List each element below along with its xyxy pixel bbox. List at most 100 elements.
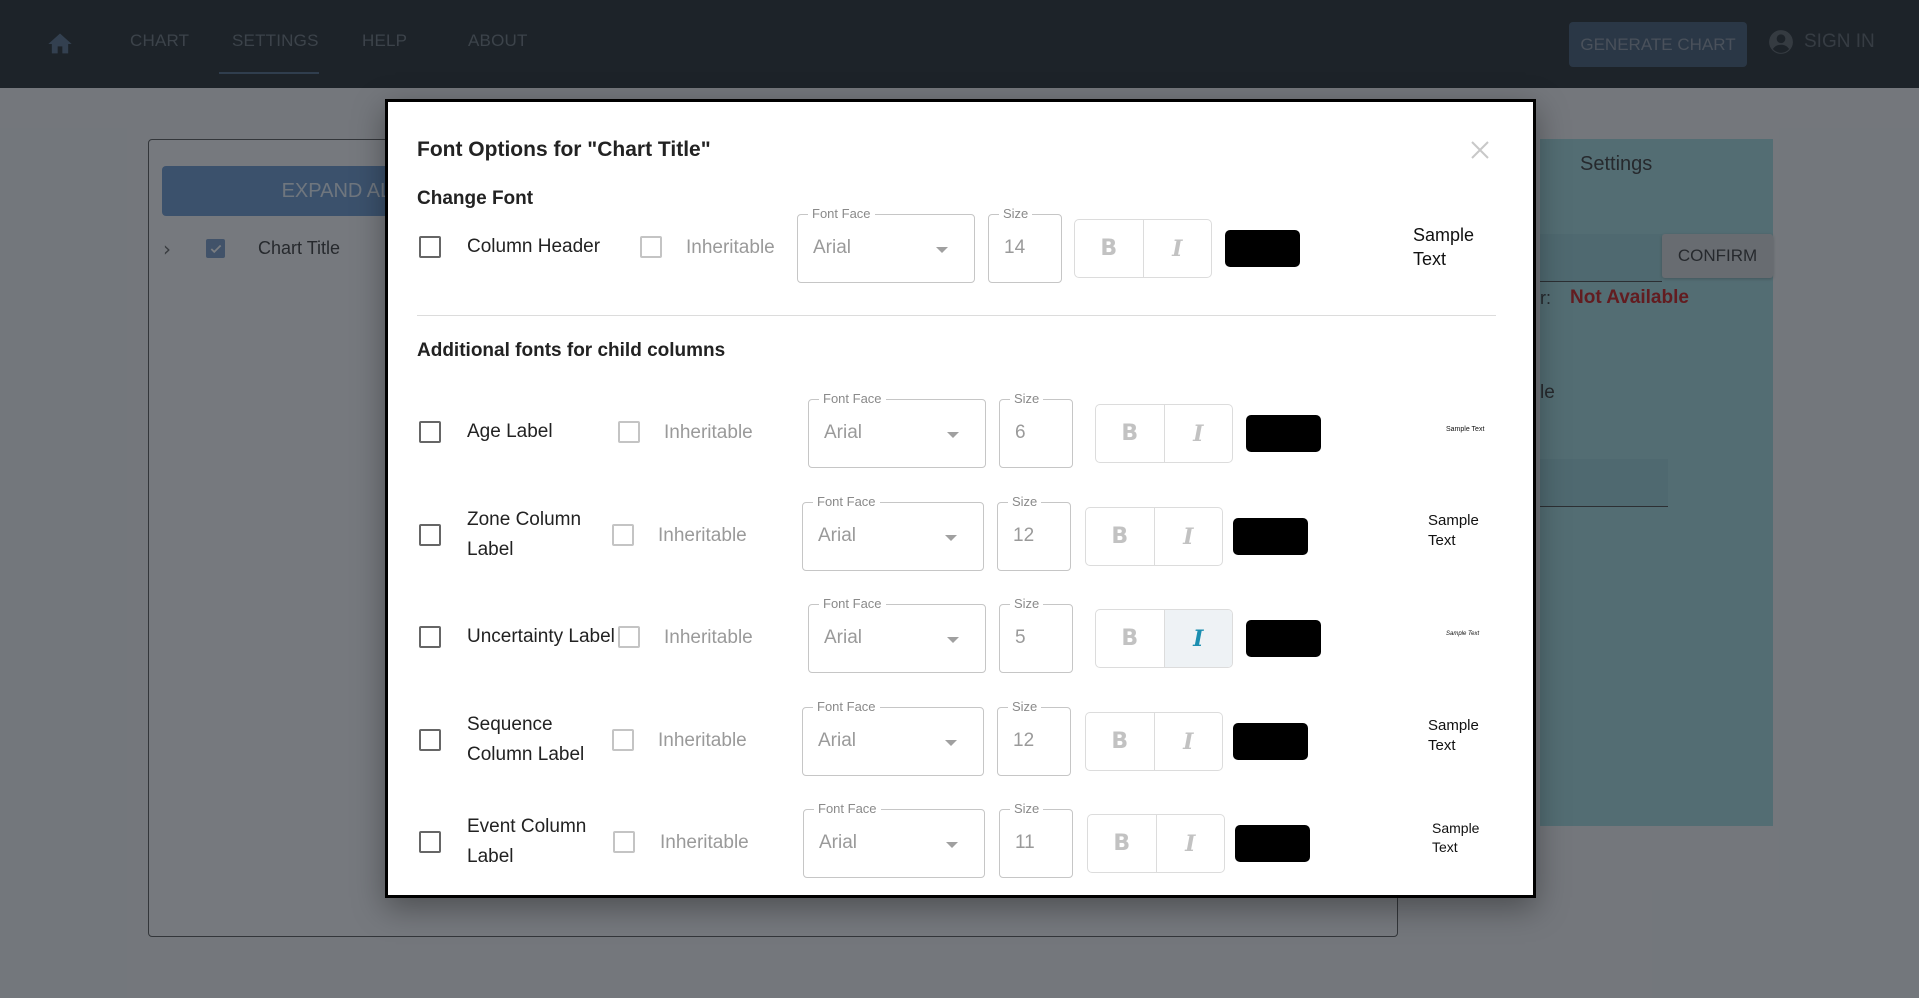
style-toggle-group: B I <box>1095 609 1233 668</box>
size-input[interactable]: Size 5 <box>999 596 1073 673</box>
font-face-legend: Font Face <box>814 801 881 817</box>
inheritable-checkbox[interactable] <box>618 421 640 443</box>
font-row: Age Label Inheritable Font Face Arial Si… <box>388 391 1533 471</box>
inheritable-label: Inheritable <box>686 237 775 258</box>
bold-icon: B <box>1113 831 1131 856</box>
bold-icon: B <box>1111 524 1129 549</box>
inheritable-checkbox[interactable] <box>618 626 640 648</box>
font-row-column-header: Column Header Inheritable Font Face Aria… <box>388 206 1533 292</box>
row-checkbox[interactable] <box>419 236 441 258</box>
size-legend: Size <box>999 206 1033 222</box>
size-legend: Size <box>1010 801 1044 817</box>
font-face-select[interactable]: Font Face Arial <box>802 494 984 571</box>
color-swatch[interactable] <box>1235 825 1310 862</box>
italic-icon: I <box>1183 728 1194 755</box>
italic-icon: I <box>1193 420 1204 447</box>
font-face-legend: Font Face <box>813 699 880 715</box>
dropdown-caret-icon <box>945 740 957 746</box>
color-swatch[interactable] <box>1225 230 1300 267</box>
italic-icon: I <box>1185 830 1196 857</box>
close-icon[interactable] <box>1468 138 1492 162</box>
font-face-select[interactable]: Font Face Arial <box>803 801 985 878</box>
bold-toggle[interactable]: B <box>1088 815 1156 872</box>
font-face-select[interactable]: Font Face Arial <box>808 391 986 468</box>
bold-toggle[interactable]: B <box>1086 508 1154 565</box>
child-fonts-heading: Additional fonts for child columns <box>417 340 726 361</box>
change-font-heading: Change Font <box>417 188 534 209</box>
section-divider <box>417 315 1496 316</box>
inheritable-checkbox[interactable] <box>612 524 634 546</box>
italic-toggle[interactable]: I <box>1155 815 1225 872</box>
font-face-value: Arial <box>819 832 858 853</box>
row-checkbox[interactable] <box>419 729 441 751</box>
size-input[interactable]: Size 12 <box>997 494 1071 571</box>
size-legend: Size <box>1008 494 1042 510</box>
inheritable-label: Inheritable <box>658 525 747 546</box>
font-face-value: Arial <box>818 730 857 751</box>
size-input[interactable]: Size 11 <box>999 801 1073 878</box>
bold-toggle[interactable]: B <box>1096 610 1164 667</box>
italic-toggle[interactable]: I <box>1163 610 1232 667</box>
italic-toggle[interactable]: I <box>1153 508 1223 565</box>
font-face-select[interactable]: Font Face Arial <box>797 206 975 283</box>
bold-toggle[interactable]: B <box>1086 713 1154 770</box>
color-swatch[interactable] <box>1246 415 1321 452</box>
color-swatch[interactable] <box>1233 723 1308 760</box>
font-face-legend: Font Face <box>813 494 880 510</box>
inheritable-checkbox[interactable] <box>640 236 662 258</box>
italic-toggle[interactable]: I <box>1142 220 1212 277</box>
font-face-value: Arial <box>824 422 863 443</box>
font-face-select[interactable]: Font Face Arial <box>808 596 986 673</box>
bold-icon: B <box>1121 626 1139 651</box>
color-swatch[interactable] <box>1233 518 1308 555</box>
color-swatch[interactable] <box>1246 620 1321 657</box>
size-value: 12 <box>1013 525 1035 546</box>
modal-title: Font Options for "Chart Title" <box>417 138 711 161</box>
inheritable-label: Inheritable <box>664 422 753 443</box>
row-checkbox[interactable] <box>419 421 441 443</box>
italic-icon: I <box>1193 625 1204 652</box>
size-value: 12 <box>1013 730 1035 751</box>
sample-text: Sample Text <box>1432 820 1480 855</box>
italic-toggle[interactable]: I <box>1153 713 1223 770</box>
font-row: Sequence Column Label Inheritable Font F… <box>388 699 1533 779</box>
italic-toggle[interactable]: I <box>1163 405 1233 462</box>
font-row: Event Column Label Inheritable Font Face… <box>388 801 1533 881</box>
style-toggle-group: B I <box>1085 507 1223 566</box>
size-legend: Size <box>1010 596 1044 612</box>
row-label: Zone Column Label <box>467 509 582 560</box>
row-checkbox[interactable] <box>419 524 441 546</box>
sample-text: Sample Text <box>1428 512 1479 550</box>
dropdown-caret-icon <box>945 535 957 541</box>
italic-icon: I <box>1183 523 1194 550</box>
bold-toggle[interactable]: B <box>1075 220 1143 277</box>
size-input[interactable]: Size 14 <box>988 206 1062 283</box>
row-checkbox[interactable] <box>419 831 441 853</box>
style-toggle-group: B I <box>1074 219 1212 278</box>
font-row: Uncertainty Label Inheritable Font Face … <box>388 596 1533 676</box>
inheritable-checkbox[interactable] <box>613 831 635 853</box>
size-legend: Size <box>1010 391 1044 407</box>
font-row: Zone Column Label Inheritable Font Face … <box>388 494 1533 574</box>
bold-icon: B <box>1100 236 1118 261</box>
size-input[interactable]: Size 12 <box>997 699 1071 776</box>
sample-text: Sample Text <box>1428 717 1479 755</box>
row-label: Column Header <box>467 236 601 257</box>
font-face-value: Arial <box>818 525 857 546</box>
italic-icon: I <box>1172 235 1183 262</box>
row-label: Event Column Label <box>467 816 587 867</box>
size-input[interactable]: Size 6 <box>999 391 1073 468</box>
inheritable-checkbox[interactable] <box>612 729 634 751</box>
bold-icon: B <box>1111 729 1129 754</box>
size-value: 11 <box>1015 832 1035 853</box>
font-options-modal: Font Options for "Chart Title" Change Fo… <box>385 99 1536 898</box>
font-face-select[interactable]: Font Face Arial <box>802 699 984 776</box>
bold-toggle[interactable]: B <box>1096 405 1164 462</box>
font-face-legend: Font Face <box>819 596 886 612</box>
dropdown-caret-icon <box>947 637 959 643</box>
size-value: 6 <box>1015 422 1026 443</box>
dropdown-caret-icon <box>946 842 958 848</box>
font-face-value: Arial <box>824 627 863 648</box>
row-label: Uncertainty Label <box>467 626 615 647</box>
row-checkbox[interactable] <box>419 626 441 648</box>
